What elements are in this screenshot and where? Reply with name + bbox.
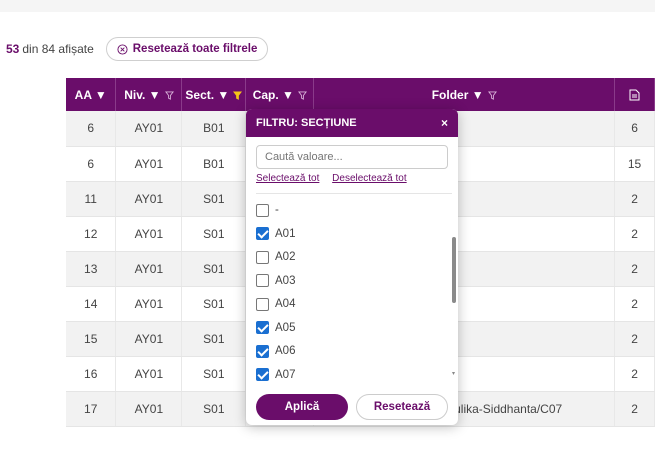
filter-option-label: A02 <box>275 251 296 263</box>
scroll-thumb[interactable] <box>452 237 456 303</box>
filter-option[interactable]: A06 <box>256 341 295 361</box>
table-cell: 2 <box>614 321 655 357</box>
filter-options-list: - A01 A02 A03 A04 A05 A06 A07 A10 <box>256 193 452 391</box>
deselect-all-link[interactable]: Deselectează tot <box>332 173 407 184</box>
table-cell: AY01 <box>115 216 183 252</box>
col-header-niv[interactable]: Niv. ▼ <box>115 78 183 111</box>
col-header-files[interactable] <box>614 78 655 111</box>
table-cell: AY01 <box>115 286 183 322</box>
table-cell: S01 <box>181 321 247 357</box>
options-scrollbar[interactable]: ▾ <box>452 199 456 377</box>
close-icon[interactable]: × <box>441 116 448 130</box>
filter-option[interactable]: A07 <box>256 365 295 385</box>
filter-option-checkbox[interactable] <box>256 297 269 311</box>
table-cell: S01 <box>181 251 247 287</box>
filter-icon[interactable] <box>297 91 307 100</box>
status-bar: 53 din 84 afișate Resetează toate filtre… <box>6 37 269 61</box>
reset-all-label: Resetează toate filtrele <box>132 43 258 55</box>
table-cell: 2 <box>614 391 655 427</box>
reset-all-filters-button[interactable]: Resetează toate filtrele <box>105 37 269 61</box>
table-cell: 6 <box>66 111 117 147</box>
table-header-row: AA ▼ Niv. ▼ Sect. ▼ Cap. ▼ Folder ▼ <box>66 78 655 111</box>
selection-links: Selectează tot Deselectează tot <box>256 173 417 184</box>
section-filter-popup: FILTRU: SECȚIUNE × Selectează tot Desele… <box>246 109 458 425</box>
col-header-aa[interactable]: AA ▼ <box>66 78 117 111</box>
filter-option-label: A01 <box>275 227 296 240</box>
active-filter-icon[interactable] <box>233 91 243 100</box>
table-cell: 13 <box>66 251 117 287</box>
table-cell: 2 <box>614 251 655 287</box>
table-cell: 15 <box>66 321 117 357</box>
table-cell: S01 <box>181 286 247 322</box>
filter-option-checkbox[interactable] <box>256 274 269 287</box>
filter-option-checkbox[interactable] <box>256 368 269 381</box>
result-count: 53 <box>6 42 20 56</box>
table-cell: 11 <box>66 181 117 217</box>
filter-option-label: A05 <box>275 321 296 334</box>
table-cell: AY01 <box>115 356 183 392</box>
filter-option-checkbox[interactable] <box>256 227 269 240</box>
col-header-cap[interactable]: Cap. ▼ <box>245 78 315 111</box>
filter-option[interactable]: - <box>256 200 279 220</box>
table-cell: AY01 <box>115 181 183 217</box>
filter-option[interactable]: A01 <box>256 224 295 244</box>
table-cell: AY01 <box>115 391 183 427</box>
table-cell: S01 <box>181 391 247 427</box>
filter-option[interactable]: A04 <box>256 294 295 314</box>
filter-option-label: A07 <box>275 368 296 381</box>
filter-option-label: - <box>275 204 279 216</box>
table-cell: 2 <box>614 356 655 392</box>
result-count-text: din 84 afișate <box>22 42 94 56</box>
table-cell: 2 <box>614 181 655 217</box>
document-icon <box>629 89 640 101</box>
popup-header: FILTRU: SECȚIUNE × <box>246 109 458 137</box>
scroll-down-icon[interactable]: ▾ <box>452 371 456 377</box>
table-cell: 12 <box>66 216 117 252</box>
table-cell: AY01 <box>115 251 183 287</box>
reset-button[interactable]: Resetează <box>356 394 448 420</box>
table-cell: AY01 <box>115 146 183 182</box>
col-header-folder[interactable]: Folder ▼ <box>313 78 616 111</box>
close-circle-icon <box>117 43 128 55</box>
apply-button[interactable]: Aplică <box>256 394 348 420</box>
filter-option-label: A03 <box>275 274 296 287</box>
select-all-link[interactable]: Selectează tot <box>256 173 319 184</box>
top-strip <box>0 0 655 12</box>
table-cell: S01 <box>181 181 247 217</box>
table-cell: AY01 <box>115 111 183 147</box>
table-cell: 14 <box>66 286 117 322</box>
filter-option[interactable]: A02 <box>256 247 295 267</box>
table-cell: 15 <box>614 146 655 182</box>
popup-title: FILTRU: SECȚIUNE <box>256 117 357 129</box>
filter-option[interactable]: A10 <box>256 388 295 391</box>
table-cell: AY01 <box>115 321 183 357</box>
table-cell: B01 <box>181 111 247 147</box>
table-cell: 2 <box>614 216 655 252</box>
filter-option-label: A06 <box>275 345 296 357</box>
filter-option[interactable]: A05 <box>256 318 295 338</box>
filter-option-checkbox[interactable] <box>256 203 269 217</box>
table-cell: 16 <box>66 356 117 392</box>
table-cell: 2 <box>614 286 655 322</box>
table-cell: 6 <box>614 111 655 147</box>
filter-option-label: A04 <box>275 298 296 310</box>
table-cell: S01 <box>181 216 247 252</box>
table-cell: 17 <box>66 391 117 427</box>
filter-option-checkbox[interactable] <box>256 321 269 334</box>
table-cell: 6 <box>66 146 117 182</box>
filter-search-input[interactable] <box>256 145 448 169</box>
col-header-sect[interactable]: Sect. ▼ <box>181 78 247 111</box>
table-cell: B01 <box>181 146 247 182</box>
filter-icon[interactable] <box>487 91 497 100</box>
filter-option-checkbox[interactable] <box>256 250 269 264</box>
filter-icon[interactable] <box>164 91 174 100</box>
filter-option-checkbox[interactable] <box>256 344 269 358</box>
filter-option[interactable]: A03 <box>256 271 295 291</box>
table-cell: S01 <box>181 356 247 392</box>
